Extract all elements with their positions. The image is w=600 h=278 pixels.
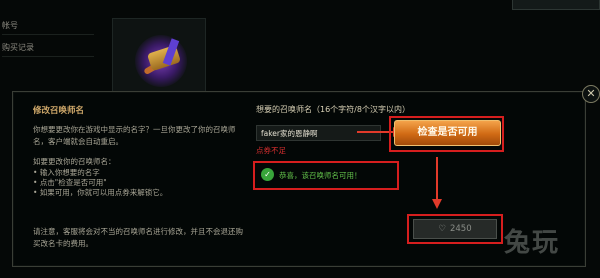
price-label: 2450 xyxy=(449,224,472,234)
summoner-name-input[interactable] xyxy=(256,125,381,141)
sidebar-item-account[interactable]: 帐号 xyxy=(2,20,18,31)
top-bar-button[interactable] xyxy=(512,0,600,10)
account-sidebar: 帐号 购买记录 xyxy=(0,0,100,92)
watermark: 兔玩 xyxy=(504,228,561,258)
checkmark-icon: ✓ xyxy=(261,168,274,181)
check-availability-button[interactable]: 检查是否可用 xyxy=(394,120,501,146)
step-item: • 输入你想要的名字 xyxy=(33,168,100,177)
intro-text: 你想要更改你在游戏中显示的名字？一旦你更改了你的召唤师名，客户端就会自动重启。 xyxy=(33,125,236,146)
name-available-message: 恭喜，该召唤师名可用！ xyxy=(279,171,362,180)
insufficient-funds-error: 点券不足 xyxy=(256,146,286,155)
heart-icon: ♡ xyxy=(438,224,446,234)
step-item: • 如果可用，你就可以用点券来解锁它。 xyxy=(33,188,168,197)
annotation-arrow-down xyxy=(436,157,438,201)
annotation-arrowhead xyxy=(432,199,442,209)
modal-title: 修改召唤师名 xyxy=(33,106,85,116)
sidebar-item-purchase-history[interactable]: 购买记录 xyxy=(2,42,34,53)
sidebar-divider xyxy=(2,34,94,35)
step-item: • 点击"检查是否可用" xyxy=(33,178,107,187)
summoner-name-label: 想要的召唤师名（16个字符/8个汉字以内） xyxy=(256,105,410,114)
notice-text: 请注意，客服将会对不当的召唤师名进行修改，并且不会退还购买改名卡的费用。 xyxy=(33,227,243,248)
sidebar-divider xyxy=(2,56,94,57)
close-icon[interactable]: ✕ xyxy=(582,85,600,103)
howto-heading: 如要更改你的召唤师名： xyxy=(33,157,116,166)
purchase-button[interactable]: ♡ 2450 xyxy=(413,219,497,239)
name-change-card-image xyxy=(112,18,206,94)
